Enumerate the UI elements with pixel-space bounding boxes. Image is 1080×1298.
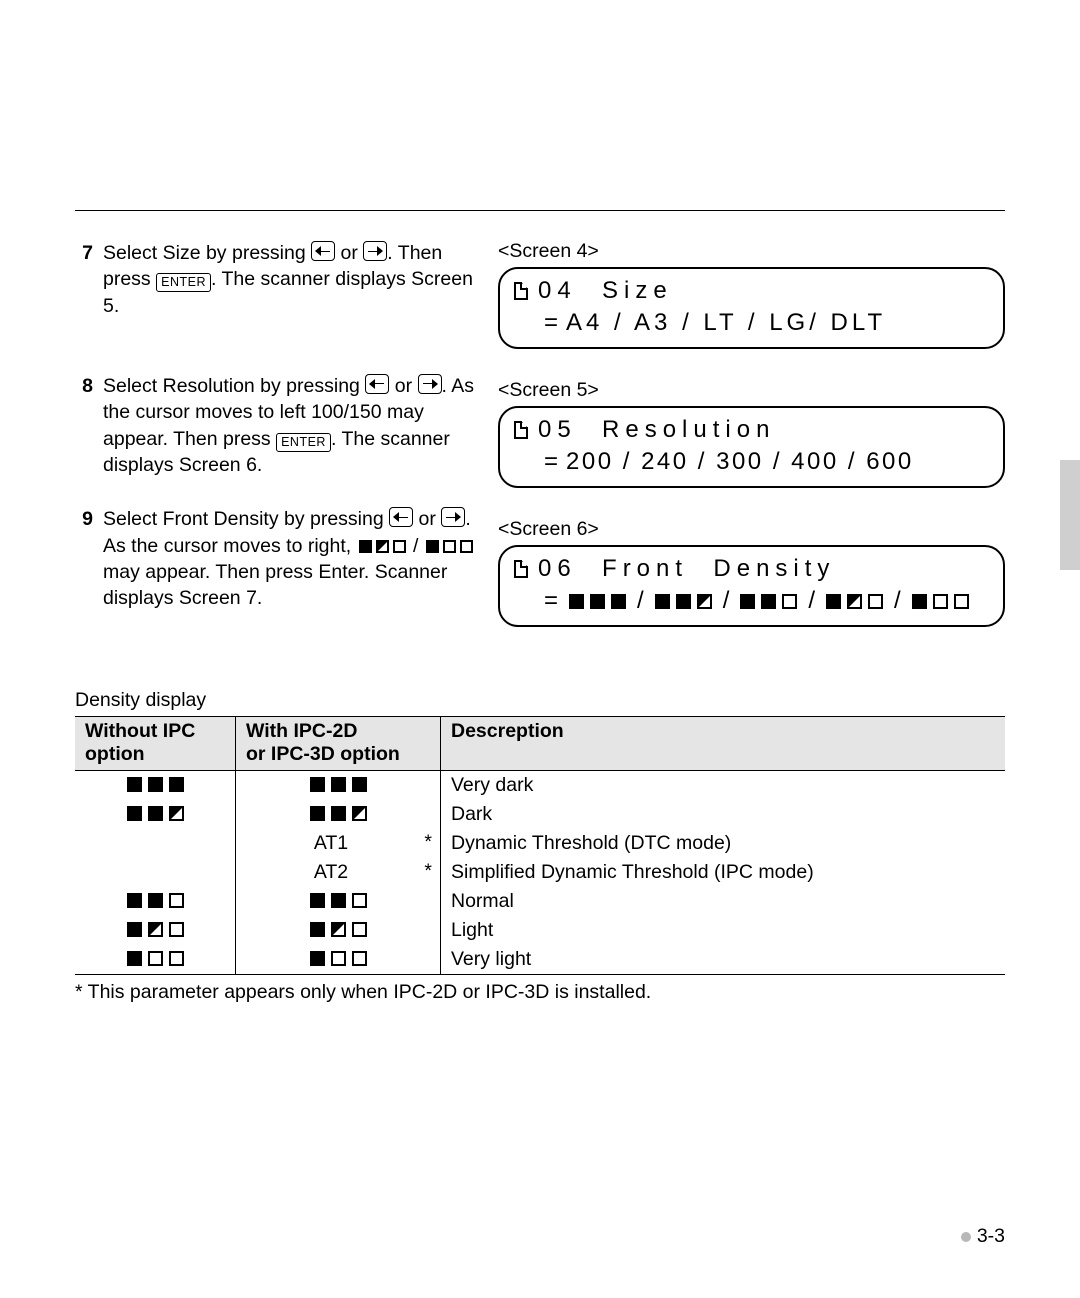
density-level-icon [737, 587, 800, 615]
lcd-line-2: = 200 / 240 / 300 / 400 / 600 [514, 448, 989, 476]
screens-column: <Screen 4> 04 Size = A4 / A3 / LT / LG/ … [498, 240, 1005, 657]
density-level-icon [307, 774, 370, 797]
density-level-icon [566, 587, 629, 615]
density-level-icon [909, 587, 972, 615]
table-row: Very light [75, 945, 1005, 975]
description-cell: Dark [441, 800, 1006, 829]
two-column-layout: 7 Select Size by pressing or . Then pres… [75, 240, 1005, 657]
left-arrow-key-icon [311, 241, 335, 261]
col-without-ipc: Without IPC option [75, 717, 236, 771]
document-icon [514, 282, 528, 300]
table-row: Light [75, 916, 1005, 945]
at-mode-label: AT2 [314, 861, 348, 883]
col-with-ipc: With IPC-2D or IPC-3D option [236, 717, 441, 771]
density-level-icon [124, 948, 187, 971]
step-number: 9 [75, 506, 93, 532]
document-icon [514, 560, 528, 578]
lcd-line-2: = A4 / A3 / LT / LG/ DLT [514, 309, 989, 337]
step-text: Select Resolution by pressing or . As th… [103, 373, 480, 478]
bullet-icon [961, 1232, 971, 1242]
density-level-icon [124, 774, 187, 797]
asterisk: * [424, 831, 432, 854]
density-level-icon [124, 919, 187, 942]
left-arrow-key-icon [365, 374, 389, 394]
lcd-display: 05 Resolution = 200 / 240 / 300 / 400 / … [498, 406, 1005, 488]
page-number: 3-3 [977, 1225, 1005, 1248]
document-icon [514, 421, 528, 439]
description-cell: Very dark [441, 770, 1006, 800]
enter-key-icon: ENTER [276, 433, 331, 452]
step-9: 9 Select Front Density by pressing or . … [75, 506, 480, 611]
horizontal-rule [75, 210, 1005, 211]
density-level-icon [357, 535, 408, 557]
screen-label: <Screen 4> [498, 240, 1005, 263]
density-table: Without IPC option With IPC-2D or IPC-3D… [75, 716, 1005, 975]
page: 7 Select Size by pressing or . Then pres… [0, 0, 1080, 1298]
table-row: Dark [75, 800, 1005, 829]
description-cell: Light [441, 916, 1006, 945]
steps-column: 7 Select Size by pressing or . Then pres… [75, 240, 480, 657]
step-number: 8 [75, 373, 93, 399]
screen-5-block: <Screen 5> 05 Resolution = 200 / 240 / 3… [498, 379, 1005, 488]
description-cell: Dynamic Threshold (DTC mode) [441, 829, 1006, 858]
density-table-heading: Density display [75, 689, 1005, 712]
density-level-icon [424, 535, 475, 557]
step-7: 7 Select Size by pressing or . Then pres… [75, 240, 480, 319]
density-level-icon [307, 948, 370, 971]
asterisk: * [424, 860, 432, 883]
lcd-display: 06 Front Density = / / / / [498, 545, 1005, 627]
screen-6-block: <Screen 6> 06 Front Density = / / / / [498, 518, 1005, 627]
table-footnote: * This parameter appears only when IPC-2… [75, 981, 1005, 1004]
right-arrow-key-icon [418, 374, 442, 394]
step-text: Select Size by pressing or . Then press … [103, 240, 480, 319]
screen-label: <Screen 6> [498, 518, 1005, 541]
density-level-icon [652, 587, 715, 615]
page-footer: 3-3 [961, 1225, 1005, 1248]
description-cell: Very light [441, 945, 1006, 975]
screen-4-block: <Screen 4> 04 Size = A4 / A3 / LT / LG/ … [498, 240, 1005, 349]
table-row: AT2 * Simplified Dynamic Threshold (IPC mo… [75, 858, 1005, 887]
density-level-icon [307, 919, 370, 942]
lcd-line-1: 06 Front Density [514, 555, 989, 583]
lcd-display: 04 Size = A4 / A3 / LT / LG/ DLT [498, 267, 1005, 349]
lcd-line-1: 05 Resolution [514, 416, 989, 444]
lcd-line-2: = / / / / [514, 587, 989, 615]
left-arrow-key-icon [389, 507, 413, 527]
table-row: AT1 * Dynamic Threshold (DTC mode) [75, 829, 1005, 858]
table-row: Normal [75, 887, 1005, 916]
table-row: Very dark [75, 770, 1005, 800]
right-arrow-key-icon [441, 507, 465, 527]
lcd-line-1: 04 Size [514, 277, 989, 305]
density-level-icon [307, 803, 370, 826]
step-8: 8 Select Resolution by pressing or . As … [75, 373, 480, 478]
step-number: 7 [75, 240, 93, 266]
density-level-icon [124, 803, 187, 826]
at-mode-label: AT1 [314, 832, 348, 854]
density-level-icon [124, 890, 187, 913]
col-description: Descreption [441, 717, 1006, 771]
section-tab [1060, 460, 1080, 570]
right-arrow-key-icon [363, 241, 387, 261]
enter-key-icon: ENTER [156, 273, 211, 292]
description-cell: Normal [441, 887, 1006, 916]
table-header-row: Without IPC option With IPC-2D or IPC-3D… [75, 717, 1005, 771]
density-level-icon [823, 587, 886, 615]
density-level-icon [307, 890, 370, 913]
screen-label: <Screen 5> [498, 379, 1005, 402]
step-text: Select Front Density by pressing or . As… [103, 506, 480, 611]
description-cell: Simplified Dynamic Threshold (IPC mode) [441, 858, 1006, 887]
